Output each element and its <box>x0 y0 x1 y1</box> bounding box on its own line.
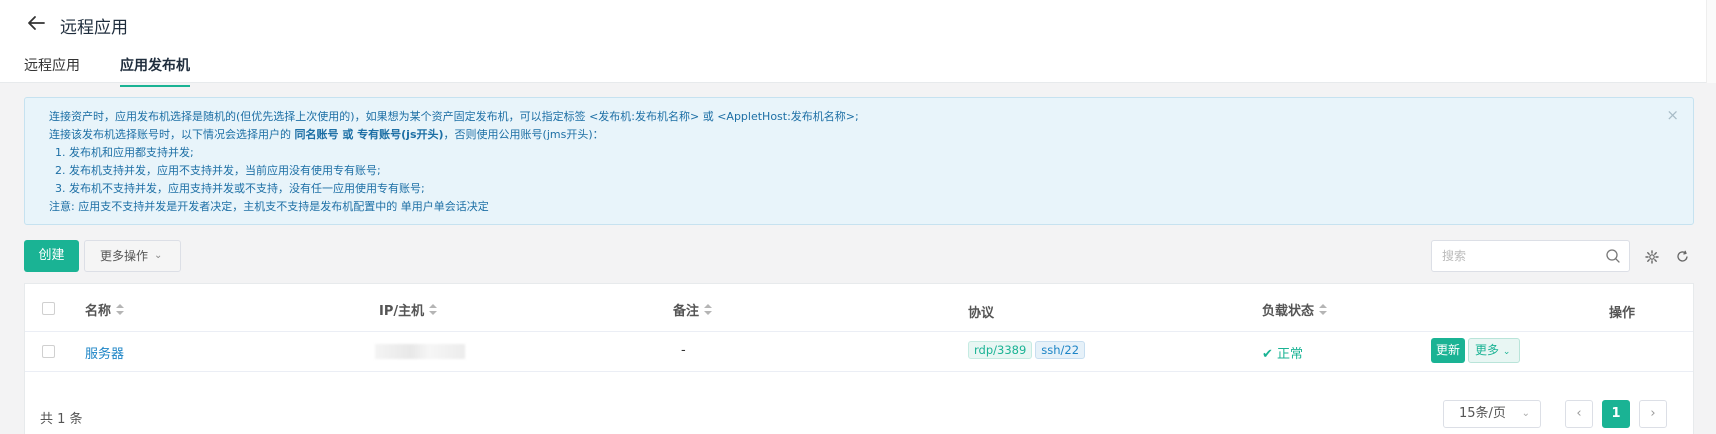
alert-item-1: 1. 发布机和应用都支持并发; <box>55 146 194 159</box>
gear-icon[interactable] <box>1645 250 1659 264</box>
search-icon[interactable] <box>1605 248 1621 264</box>
alert-item-3: 3. 发布机不支持并发，应用支持并发或不支持，没有任一应用使用专有账号; <box>55 182 425 195</box>
next-page-button[interactable]: › <box>1639 400 1667 428</box>
alert-item-2: 2. 发布机支持并发，应用不支持并发，当前应用没有使用专有账号; <box>55 164 381 177</box>
page-number-button[interactable]: 1 <box>1602 400 1630 428</box>
load-status-label: 正常 <box>1277 347 1304 362</box>
page-header: 远程应用 远程应用 应用发布机 <box>0 0 1716 87</box>
sort-icon[interactable] <box>429 304 438 316</box>
more-actions-button[interactable]: 更多操作 ⌄ <box>84 240 181 272</box>
info-alert: 连接资产时，应用发布机选择是随机的(但优先选择上次使用的)，如果想为某个资产固定… <box>24 97 1694 225</box>
back-arrow-icon[interactable] <box>24 12 48 34</box>
page-title: 远程应用 <box>60 18 128 38</box>
table-header: 名称 IP/主机 备注 协议 负载状态 操作 <box>25 284 1693 332</box>
sort-icon[interactable] <box>116 304 125 316</box>
refresh-icon[interactable] <box>1676 250 1689 263</box>
chevron-left-icon: ‹ <box>1576 406 1582 421</box>
alert-line-2-post: ，否则使用公用账号(jms开头)： <box>443 128 604 141</box>
applet-host-table: 名称 IP/主机 备注 协议 负载状态 操作 服务器 - rdp/3389 ssh… <box>24 283 1694 434</box>
search-box[interactable] <box>1431 240 1630 272</box>
ip-redacted <box>375 344 465 359</box>
table-row: 服务器 - rdp/3389 ssh/22 ✔ 正常 更新 更多 ⌄ <box>25 332 1693 372</box>
sort-icon[interactable] <box>704 304 713 316</box>
row-checkbox[interactable] <box>42 345 55 358</box>
close-icon[interactable]: × <box>1666 106 1679 124</box>
alert-line-2: 连接该发布机选择账号时，以下情况会选择用户的 同名账号 或 专有账号(js开头)… <box>49 126 1669 144</box>
create-button[interactable]: 创建 <box>24 240 79 272</box>
protocols-cell: rdp/3389 ssh/22 <box>968 341 1088 359</box>
protocol-tag-rdp: rdp/3389 <box>968 341 1033 359</box>
col-comment-header[interactable]: 备注 <box>673 300 713 319</box>
col-load-header[interactable]: 负载状态 <box>1262 300 1328 319</box>
alert-line-2-pre: 连接该发布机选择账号时，以下情况会选择用户的 <box>49 128 295 141</box>
more-actions-label: 更多操作 <box>100 249 149 263</box>
page-size-label: 15条/页 <box>1459 406 1506 421</box>
check-icon: ✔ <box>1262 347 1273 362</box>
total-count: 共 1 条 <box>40 412 83 427</box>
col-protocols-header: 协议 <box>968 306 995 321</box>
prev-page-button[interactable]: ‹ <box>1565 400 1593 428</box>
col-ip-header[interactable]: IP/主机 <box>379 300 438 319</box>
row-more-button[interactable]: 更多 ⌄ <box>1468 338 1520 363</box>
col-name-header[interactable]: 名称 <box>85 300 125 319</box>
update-button[interactable]: 更新 <box>1431 338 1465 363</box>
col-actions-header: 操作 <box>1609 306 1636 321</box>
chevron-down-icon: ⌄ <box>1521 408 1530 419</box>
host-name-link[interactable]: 服务器 <box>85 343 124 362</box>
col-name-label: 名称 <box>85 304 112 319</box>
alert-line-1: 连接资产时，应用发布机选择是随机的(但优先选择上次使用的)，如果想为某个资产固定… <box>49 110 859 123</box>
scrollbar[interactable] <box>1706 0 1716 83</box>
tab-applet-hosts[interactable]: 应用发布机 <box>120 55 190 87</box>
search-input[interactable] <box>1442 242 1602 270</box>
chevron-down-icon: ⌄ <box>154 250 163 261</box>
load-status: ✔ 正常 <box>1262 343 1303 362</box>
protocol-tag-ssh: ssh/22 <box>1035 341 1086 359</box>
chevron-down-icon: ⌄ <box>1502 347 1511 357</box>
select-all-checkbox[interactable] <box>42 302 55 315</box>
row-more-label: 更多 <box>1475 343 1500 357</box>
alert-line-2-bold: 同名账号 或 专有账号(js开头) <box>294 128 444 141</box>
page-size-select[interactable]: 15条/页 ⌄ <box>1443 400 1541 428</box>
sort-icon[interactable] <box>1319 304 1328 316</box>
alert-note: 注意: 应用支不支持并发是开发者决定，主机支不支持是发布机配置中的 单用户单会话… <box>49 200 489 213</box>
chevron-right-icon: › <box>1650 406 1656 421</box>
col-load-label: 负载状态 <box>1262 304 1315 319</box>
col-comment-label: 备注 <box>673 304 700 319</box>
tab-remote-apps[interactable]: 远程应用 <box>24 55 80 85</box>
comment-cell: - <box>681 343 686 358</box>
col-ip-label: IP/主机 <box>379 304 425 319</box>
